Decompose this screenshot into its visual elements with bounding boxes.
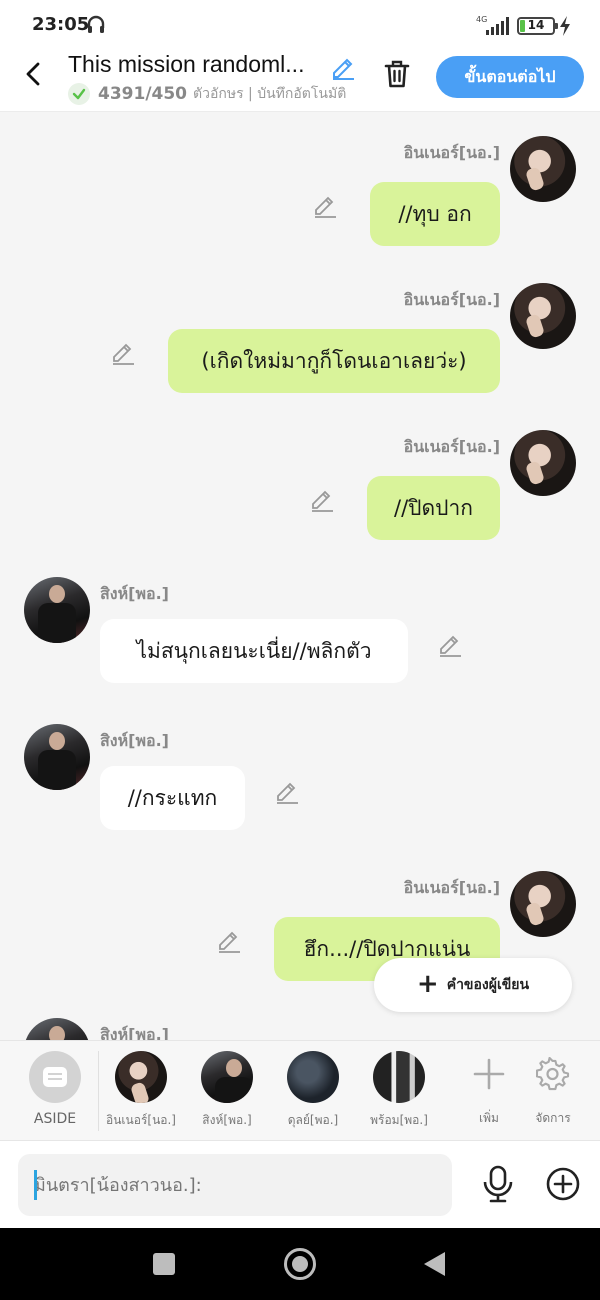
chat-area[interactable]: อินเนอร์[นอ.]//ทุบ อก อินเนอร์[นอ.] (เกิดใ… <box>0 112 600 1040</box>
battery-icon: 14 <box>517 17 558 35</box>
gear-icon <box>535 1056 570 1091</box>
edit-message-pencil-icon[interactable] <box>274 778 300 804</box>
message-bubble[interactable]: ไม่สนุกเลยนะเนี่ย//พลิกตัว <box>100 619 408 683</box>
character-name: สิงห์[พอ.] <box>202 1113 252 1127</box>
back-button[interactable] <box>424 1252 445 1276</box>
text-cursor <box>34 1170 37 1200</box>
battery-percent: 14 <box>527 18 545 32</box>
add-character-button[interactable]: เพิ่ม <box>462 1051 516 1128</box>
recent-apps-button[interactable] <box>153 1253 175 1275</box>
character-selector-bar: ASIDE อินเนอร์[นอ.] สิงห์[พอ.] ดุลย์[พอ.… <box>0 1040 600 1140</box>
speaker-name: อินเนอร์[นอ.] <box>403 290 500 309</box>
plus-icon: + <box>416 968 439 999</box>
screen: 23:05 4G 14 This mission randoml... 4391… <box>0 0 600 1300</box>
trash-icon[interactable] <box>383 59 411 89</box>
message-bubble[interactable]: //กระแทก <box>100 766 245 830</box>
speaker-avatar[interactable] <box>510 430 576 496</box>
message-input[interactable] <box>18 1154 452 1216</box>
aside-label: ASIDE <box>33 1111 77 1127</box>
speaker-avatar[interactable] <box>24 1018 90 1040</box>
message-bubble[interactable]: (เกิดใหม่มากูก็โดนเอาเลยว่ะ) <box>168 329 500 393</box>
character-name: พร้อม[พอ.] <box>370 1113 428 1127</box>
edit-message-pencil-icon[interactable] <box>437 631 463 657</box>
manage-characters-label: จัดการ <box>535 1111 571 1125</box>
speaker-name: สิงห์[พอ.] <box>100 584 169 603</box>
check-icon <box>68 83 90 105</box>
author-note-label: คำของผู้เขียน <box>446 977 530 993</box>
aside-icon <box>29 1051 81 1103</box>
character-count-line: 4391/450 ตัวอักษร | บันทึกอัตโนมัติ <box>68 82 346 106</box>
manage-characters-button[interactable]: จัดการ <box>526 1051 580 1128</box>
character-count: 4391/450 <box>98 84 188 104</box>
character-option[interactable]: ดุลย์[พอ.] <box>276 1051 350 1130</box>
character-avatar <box>201 1051 253 1103</box>
edit-title-pencil-icon[interactable] <box>330 54 356 80</box>
character-option[interactable]: พร้อม[พอ.] <box>362 1051 436 1130</box>
microphone-icon[interactable] <box>482 1165 514 1203</box>
story-title[interactable]: This mission randoml... <box>68 51 324 78</box>
edit-message-pencil-icon[interactable] <box>309 486 335 512</box>
divider <box>98 1051 99 1131</box>
message-bubble[interactable]: //ปิดปาก <box>367 476 500 540</box>
add-circle-icon[interactable] <box>546 1167 580 1201</box>
edit-message-pencil-icon[interactable] <box>110 339 136 365</box>
signal-icon: 4G <box>476 15 509 35</box>
speaker-avatar[interactable] <box>24 577 90 643</box>
author-note-button[interactable]: + คำของผู้เขียน <box>374 958 572 1012</box>
add-character-label: เพิ่ม <box>479 1111 499 1125</box>
character-name: อินเนอร์[นอ.] <box>106 1113 176 1127</box>
character-avatar <box>287 1051 339 1103</box>
headphone-icon <box>87 15 105 33</box>
speaker-avatar[interactable] <box>510 283 576 349</box>
svg-text:4G: 4G <box>476 15 487 24</box>
speaker-name: อินเนอร์[นอ.] <box>403 878 500 897</box>
character-name: ดุลย์[พอ.] <box>287 1113 339 1127</box>
character-option[interactable]: สิงห์[พอ.] <box>190 1051 264 1130</box>
character-option[interactable]: อินเนอร์[นอ.] <box>104 1051 178 1130</box>
edit-message-pencil-icon[interactable] <box>216 927 242 953</box>
home-button[interactable] <box>284 1248 316 1280</box>
top-app-bar: This mission randoml... 4391/450 ตัวอักษ… <box>0 50 600 112</box>
character-avatar <box>115 1051 167 1103</box>
speaker-avatar[interactable] <box>510 136 576 202</box>
composer-bar <box>0 1140 600 1228</box>
aside-character[interactable]: ASIDE <box>22 1051 88 1127</box>
speaker-avatar[interactable] <box>510 871 576 937</box>
edit-message-pencil-icon[interactable] <box>312 192 338 218</box>
system-navigation-bar <box>0 1228 600 1300</box>
message-bubble[interactable]: //ทุบ อก <box>370 182 500 246</box>
speaker-name: อินเนอร์[นอ.] <box>403 143 500 162</box>
speaker-name: สิงห์[พอ.] <box>100 1025 169 1040</box>
speaker-avatar[interactable] <box>24 724 90 790</box>
next-step-button[interactable]: ขั้นตอนต่อไป <box>436 56 584 98</box>
character-avatar <box>373 1051 425 1103</box>
plus-icon <box>473 1058 505 1090</box>
status-bar: 23:05 4G 14 <box>0 0 600 50</box>
back-arrow-icon[interactable] <box>20 60 48 88</box>
speaker-name: อินเนอร์[นอ.] <box>403 437 500 456</box>
autosave-status: ตัวอักษร | บันทึกอัตโนมัติ <box>193 86 347 102</box>
speaker-name: สิงห์[พอ.] <box>100 731 169 750</box>
charging-icon <box>560 16 570 36</box>
status-time: 23:05 <box>32 14 90 35</box>
